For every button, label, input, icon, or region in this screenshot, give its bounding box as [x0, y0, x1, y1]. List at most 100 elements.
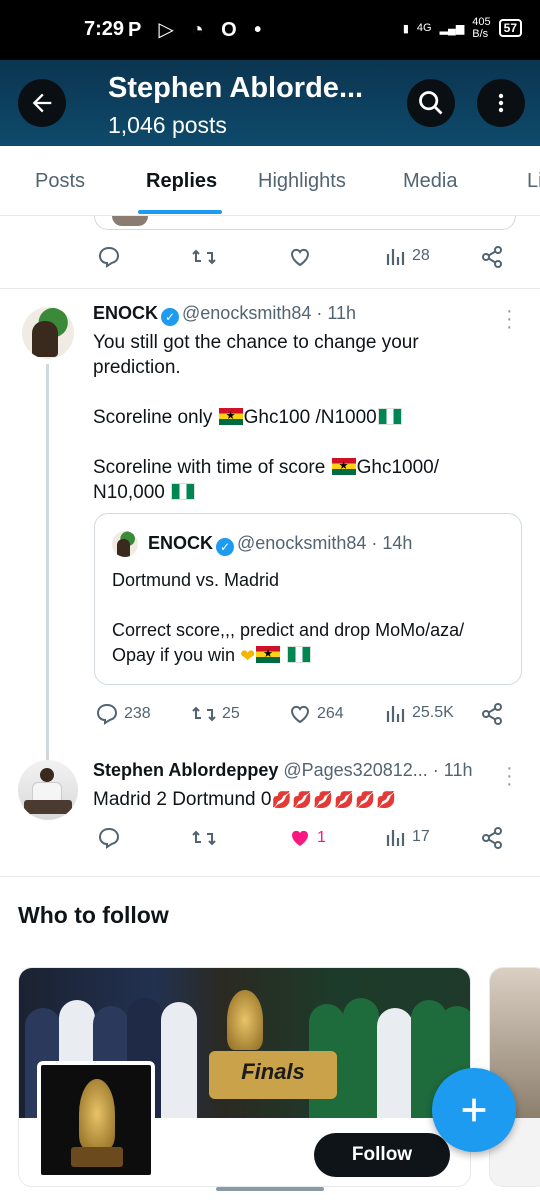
- author-handle[interactable]: @enocksmith84: [182, 303, 311, 323]
- reply-button[interactable]: [97, 826, 121, 850]
- author-name[interactable]: ENOCK: [93, 303, 158, 323]
- post-count: 1,046 posts: [108, 112, 227, 138]
- views-count: 25.5K: [412, 704, 454, 721]
- share-icon: [482, 827, 502, 849]
- tab-media[interactable]: Media: [403, 170, 457, 193]
- post-text: You still got the chance to change your …: [93, 330, 513, 505]
- arrow-left-icon: [32, 93, 52, 113]
- home-indicator: [216, 1187, 324, 1191]
- like-button[interactable]: 264: [288, 702, 344, 726]
- search-button[interactable]: [407, 79, 455, 127]
- battery-icon: 57: [498, 19, 522, 37]
- back-button[interactable]: [18, 79, 66, 127]
- avatar[interactable]: [18, 760, 78, 820]
- like-button[interactable]: 1: [288, 826, 326, 850]
- ghana-flag-icon: [218, 408, 243, 425]
- quoted-post[interactable]: ENOCK ✓ @enocksmith84 · 14h Dortmund vs. M…: [94, 513, 522, 685]
- profile-tabs: Posts Replies Highlights Media Li: [0, 146, 540, 216]
- analytics-icon: [386, 830, 405, 846]
- tab-likes[interactable]: Li: [527, 170, 540, 193]
- notification-icons: P ▷ ◔ O •: [128, 19, 268, 41]
- repost-count: 25: [222, 705, 240, 722]
- reply-count: 238: [124, 705, 151, 722]
- yellow-heart-icon: ❤: [240, 646, 256, 666]
- follow-suggestion-card[interactable]: Finals Follow: [18, 967, 471, 1187]
- finals-logo: Finals: [209, 1051, 337, 1099]
- repost-button[interactable]: [191, 826, 217, 850]
- views-button[interactable]: 17: [385, 826, 430, 848]
- nigeria-flag-icon: [171, 483, 196, 500]
- post-more-icon[interactable]: · · ·: [506, 301, 513, 337]
- reply-icon: [98, 246, 120, 268]
- avatar[interactable]: [22, 307, 74, 359]
- quoted-author-name: ENOCK: [148, 533, 214, 553]
- quoted-post-time: · 14h: [371, 533, 413, 553]
- more-options-button[interactable]: [477, 79, 525, 127]
- compose-post-button[interactable]: [432, 1068, 516, 1152]
- share-button[interactable]: [480, 245, 504, 269]
- divider: [0, 876, 540, 877]
- tab-highlights[interactable]: Highlights: [258, 170, 346, 193]
- post-actions: 1 17: [0, 826, 540, 856]
- quoted-avatar: [112, 531, 138, 557]
- heart-icon: [290, 248, 310, 267]
- views-button[interactable]: 28: [385, 245, 430, 267]
- tab-replies[interactable]: Replies: [146, 170, 217, 193]
- ghana-flag-icon: [256, 646, 281, 663]
- repost-button[interactable]: [191, 245, 217, 269]
- ghana-flag-icon: [331, 458, 356, 475]
- status-bar: 7:29 P ▷ ◔ O • ▮ 4G ▂▄▆ 405 B/s 57: [0, 0, 540, 60]
- divider: [0, 288, 540, 289]
- like-button[interactable]: [288, 245, 312, 269]
- reply-button[interactable]: 238: [95, 702, 151, 726]
- signal-icon: ▂▄▆: [439, 22, 465, 35]
- post-text: Madrid 2 Dortmund 0💋💋💋💋💋💋: [93, 789, 397, 810]
- author-handle[interactable]: @Pages320812...: [283, 760, 427, 780]
- previous-avatar: [112, 216, 148, 226]
- views-count: 28: [412, 247, 430, 264]
- page-title: Stephen Ablorde...: [108, 72, 364, 104]
- who-to-follow-heading: Who to follow: [18, 902, 169, 928]
- share-button[interactable]: [480, 702, 504, 726]
- previous-quote-card: [94, 216, 516, 230]
- quoted-post-text: Dortmund vs. Madrid Correct score,,, pre…: [112, 568, 512, 669]
- reply-icon: [96, 703, 118, 725]
- network-type: 4G: [416, 22, 432, 34]
- repost-icon: [192, 249, 216, 265]
- views-count: 17: [412, 828, 430, 845]
- repost-icon: [192, 830, 216, 846]
- author-name[interactable]: Stephen Ablordeppey: [93, 760, 278, 780]
- tab-posts[interactable]: Posts: [35, 170, 85, 193]
- like-count: 1: [317, 829, 326, 846]
- trophy-icon: [227, 990, 263, 1050]
- post-time: · 11h: [316, 303, 357, 323]
- thread-line: [46, 364, 49, 760]
- verified-badge-icon: ✓: [216, 538, 235, 556]
- trophy-icon: [79, 1079, 115, 1149]
- post-more-icon[interactable]: · · ·: [506, 758, 513, 794]
- repost-button[interactable]: 25: [191, 702, 240, 726]
- share-icon: [482, 246, 502, 268]
- share-button[interactable]: [480, 826, 504, 850]
- quoted-post-header: ENOCK ✓ @enocksmith84 · 14h: [148, 533, 412, 556]
- reply-button[interactable]: [97, 245, 121, 269]
- status-time: 7:29: [84, 18, 125, 40]
- heart-icon: [290, 705, 310, 724]
- net-speed: 405 B/s: [472, 16, 491, 40]
- like-count: 264: [317, 705, 344, 722]
- nigeria-flag-icon: [377, 408, 402, 425]
- heart-filled-icon: [292, 830, 308, 846]
- vibrate-icon: ▮: [402, 22, 409, 35]
- verified-badge-icon: ✓: [161, 308, 180, 326]
- quoted-author-handle: @enocksmith84: [237, 533, 367, 553]
- search-icon: [419, 91, 443, 115]
- post-actions: 238 25 264 25.5K: [0, 702, 540, 732]
- post-time: · 11h: [432, 760, 473, 780]
- follow-button[interactable]: Follow: [314, 1133, 450, 1177]
- plus-icon: [462, 1098, 486, 1122]
- more-vertical-icon: [498, 93, 504, 113]
- post-header: Stephen Ablordeppey @Pages320812... · 11…: [93, 760, 472, 781]
- views-button[interactable]: 25.5K: [385, 702, 454, 724]
- previous-post-actions: 28: [0, 245, 540, 275]
- profile-header: Stephen Ablorde... 1,046 posts: [0, 60, 540, 146]
